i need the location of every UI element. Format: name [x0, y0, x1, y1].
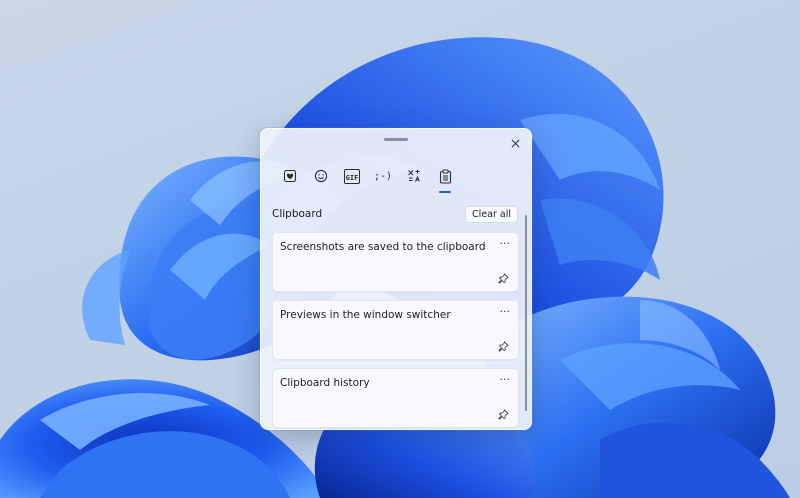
kaomoji-icon: ;-)	[373, 170, 393, 182]
close-button[interactable]	[505, 133, 525, 153]
heart-sticker-icon	[283, 169, 297, 183]
clipboard-item[interactable]: Previews in the window switcher ···	[272, 300, 519, 360]
tab-symbols[interactable]	[399, 163, 429, 189]
clipboard-panel: GIF ;-) Clipboard Clear all Screenshots …	[260, 128, 532, 430]
smiley-icon	[314, 169, 328, 183]
clear-all-button[interactable]: Clear all	[465, 205, 518, 223]
clipboard-icon	[439, 169, 451, 184]
clipboard-list: Screenshots are saved to the clipboard ·…	[272, 232, 519, 429]
tab-kaomoji[interactable]: ;-)	[368, 163, 398, 189]
scrollbar[interactable]	[525, 215, 527, 411]
clipboard-header: Clipboard Clear all	[272, 204, 518, 224]
section-title: Clipboard	[272, 208, 323, 220]
gif-label: GIF	[345, 173, 359, 182]
pin-icon[interactable]	[498, 273, 509, 284]
desktop: GIF ;-) Clipboard Clear all Screenshots …	[0, 0, 800, 498]
gif-icon: GIF	[343, 168, 361, 184]
tab-clipboard[interactable]	[430, 163, 460, 193]
panel-tabs: GIF ;-)	[275, 163, 461, 193]
pin-icon[interactable]	[498, 409, 509, 420]
clipboard-item-text: Clipboard history	[280, 377, 370, 389]
clipboard-item-text: Previews in the window switcher	[280, 309, 451, 321]
clipboard-item[interactable]: Clipboard history ···	[272, 368, 519, 428]
pin-icon[interactable]	[498, 341, 509, 352]
drag-handle[interactable]	[384, 138, 408, 141]
symbols-icon	[408, 169, 420, 182]
tab-emoji[interactable]	[306, 163, 336, 189]
tab-recently-used[interactable]	[275, 163, 305, 189]
close-icon	[511, 139, 519, 147]
clipboard-item[interactable]: Screenshots are saved to the clipboard ·…	[272, 232, 519, 292]
more-options-button[interactable]: ···	[500, 373, 511, 386]
clipboard-item-text: Screenshots are saved to the clipboard	[280, 241, 486, 253]
more-options-button[interactable]: ···	[500, 305, 511, 318]
more-options-button[interactable]: ···	[500, 237, 511, 250]
tab-gif[interactable]: GIF	[337, 163, 367, 189]
